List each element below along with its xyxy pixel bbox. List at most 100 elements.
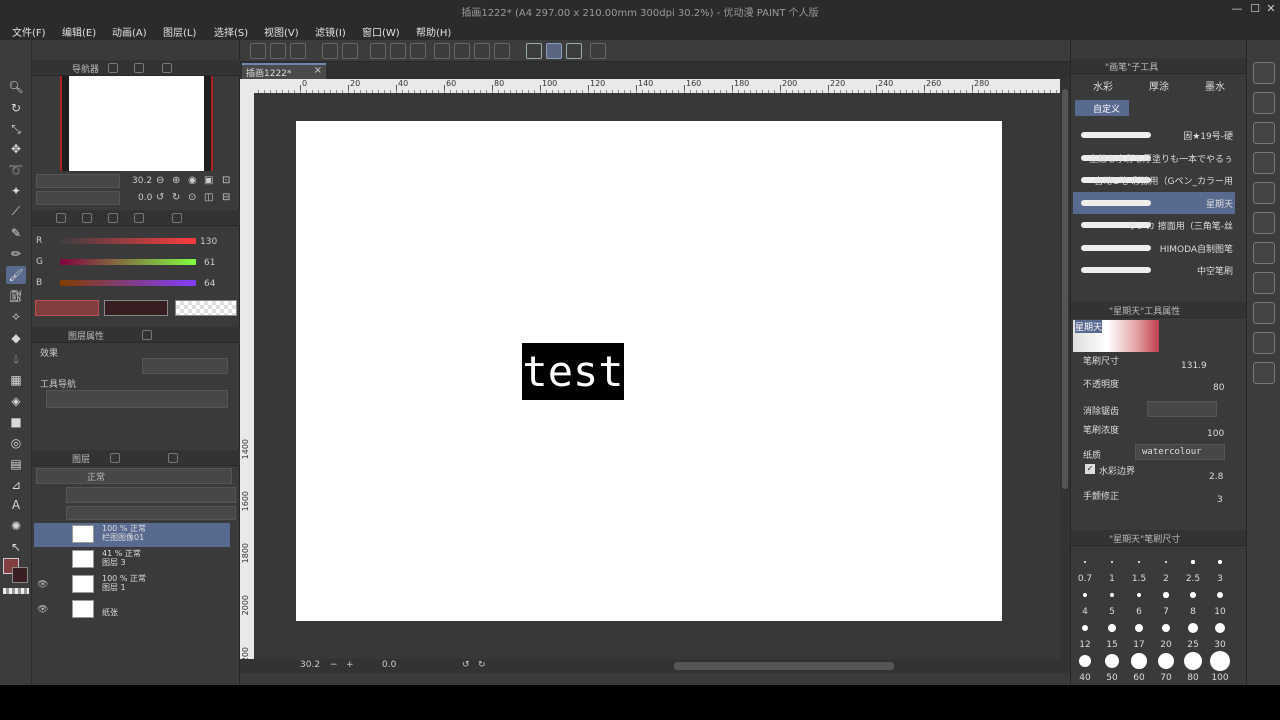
antialias-buttons[interactable] <box>1147 401 1217 417</box>
selection-icon[interactable] <box>494 43 510 59</box>
open-icon[interactable] <box>270 43 286 59</box>
layer-action-bar[interactable] <box>66 506 236 520</box>
auto-action-tab-icon[interactable] <box>110 453 120 463</box>
canvas-paper[interactable] <box>296 121 1002 621</box>
rotate-right-icon[interactable]: ↻ <box>172 192 180 203</box>
eraser-tool-icon[interactable]: ◆ <box>6 329 26 347</box>
layer-command-bar[interactable] <box>66 487 236 503</box>
invert-selection-icon[interactable] <box>454 43 470 59</box>
layer-row[interactable]: 100 % 正常 栏图图像01 <box>34 523 230 547</box>
menu-select[interactable]: 选择(S) <box>214 24 248 39</box>
bucket-tool-icon[interactable]: ◈ <box>6 392 26 410</box>
intermediate-color-tab-icon[interactable] <box>134 213 144 223</box>
main-color-box[interactable] <box>35 300 99 316</box>
brush-size-dot[interactable] <box>1190 592 1196 598</box>
color-wheel-tab-icon[interactable] <box>56 213 66 223</box>
animation-tab-icon[interactable] <box>168 453 178 463</box>
canvas-text[interactable]: test <box>522 343 624 400</box>
brush-size-dot[interactable] <box>1131 653 1147 669</box>
paper-texture-select[interactable]: watercolour <box>1135 444 1225 460</box>
operation-tool-icon[interactable]: ⤡ <box>6 120 26 138</box>
actual-size-icon[interactable]: ▣ <box>204 175 213 186</box>
navigator-icon[interactable] <box>1253 272 1275 294</box>
brush-size-dot[interactable] <box>1214 622 1226 634</box>
zoom-tool-icon[interactable]: 🔍︎ <box>6 78 26 96</box>
pen-tool-icon[interactable]: ✎ <box>6 224 26 242</box>
brush-size-dot[interactable] <box>1164 560 1168 564</box>
b-slider[interactable] <box>60 280 196 286</box>
correct-line-tool-icon[interactable]: ↖ <box>6 538 26 556</box>
brush-size-dot[interactable] <box>1108 624 1116 632</box>
snap-grid-icon[interactable] <box>566 43 582 59</box>
menu-edit[interactable]: 编辑(E) <box>62 24 96 39</box>
blend-mode-select[interactable]: 正常 <box>36 468 232 484</box>
brush-size-dot[interactable] <box>1184 652 1202 670</box>
vertical-scrollbar[interactable] <box>1060 79 1070 659</box>
tab-thick-paint[interactable]: 厚涂 <box>1149 78 1169 96</box>
help-icon[interactable] <box>590 43 606 59</box>
navigator-thumbnail[interactable] <box>69 76 204 171</box>
fit-icon[interactable]: ◉ <box>188 175 197 186</box>
brush-size-dot[interactable] <box>1078 654 1092 668</box>
rotate-left-small-icon[interactable]: ↺ <box>462 660 470 670</box>
stabilize-value[interactable]: 3 <box>1217 495 1223 505</box>
text-tool-icon[interactable]: A <box>6 496 26 514</box>
new-icon[interactable] <box>250 43 266 59</box>
airbrush-tool-icon[interactable]: ⛽︎ <box>6 287 26 305</box>
snap-ruler-icon[interactable] <box>526 43 542 59</box>
menu-file[interactable]: 文件(F) <box>12 24 46 39</box>
flip-horizontal-icon[interactable]: ◫ <box>204 192 213 203</box>
menu-animation[interactable]: 动画(A) <box>112 24 147 39</box>
crop-icon[interactable] <box>474 43 490 59</box>
ruler-tool-icon[interactable]: ⊿ <box>6 476 26 494</box>
transparent-color-box[interactable] <box>175 300 237 316</box>
eye-icon[interactable]: 👁︎ <box>37 605 48 615</box>
brush-size-dot[interactable] <box>1111 561 1113 563</box>
balloon-tool-icon[interactable]: ✺ <box>6 517 26 535</box>
brush-size-dot[interactable] <box>1161 623 1171 633</box>
brush-size-dot[interactable] <box>1157 652 1175 670</box>
lasso-tool-icon[interactable]: ➰ <box>6 161 26 179</box>
opacity-value[interactable]: 80 <box>1213 383 1224 393</box>
undo-icon[interactable] <box>322 43 338 59</box>
document-tab-close[interactable]: × <box>314 65 322 76</box>
blend-tool-icon[interactable]: 💧︎ <box>6 350 26 368</box>
rotate-right-small-icon[interactable]: ↻ <box>478 660 486 670</box>
navigator-zoom-slider[interactable] <box>36 174 120 188</box>
brush-size-dot[interactable] <box>1136 592 1142 598</box>
layer-search-tab-icon[interactable] <box>142 330 152 340</box>
brush-size-dot[interactable] <box>1084 561 1086 563</box>
frame-tool-icon[interactable]: ▤ <box>6 455 26 473</box>
magic-wand-tool-icon[interactable]: ✦ <box>6 182 26 200</box>
group-custom[interactable]: 自定义 <box>1075 100 1129 116</box>
eyedropper-tool-icon[interactable]: ⟋ <box>6 202 26 220</box>
brush-size-dot[interactable] <box>1081 624 1089 632</box>
figure-tool-icon[interactable]: ◎ <box>6 434 26 452</box>
menu-view[interactable]: 视图(V) <box>264 24 299 39</box>
layer-row[interactable]: 👁︎ 纸张 <box>34 598 230 622</box>
menu-window[interactable]: 窗口(W) <box>362 24 400 39</box>
size-value[interactable]: 131.9 <box>1181 361 1207 371</box>
color-slider-tab-icon[interactable] <box>82 213 92 223</box>
zoom-out-icon[interactable]: ⊖ <box>156 175 164 186</box>
info-tab-icon[interactable] <box>162 63 172 73</box>
layer-row[interactable]: 41 % 正常 图层 3 <box>34 548 230 572</box>
zoom-in-small-icon[interactable]: + <box>346 660 354 670</box>
auto-action-icon[interactable] <box>1253 362 1275 384</box>
brush-item[interactable]: 自动G笔-彩擦用（Gペン_カラー用 <box>1073 169 1235 191</box>
close-button[interactable]: ✕ <box>1264 2 1278 16</box>
brush-size-dot[interactable] <box>1083 593 1087 597</box>
wc-edge-value[interactable]: 2.8 <box>1209 472 1223 482</box>
navigator-rotate-slider[interactable] <box>36 191 120 205</box>
zoom-out-small-icon[interactable]: − <box>330 660 338 670</box>
brush-item[interactable]: 星期天 <box>1073 191 1235 214</box>
maximize-button[interactable]: ☐ <box>1248 2 1262 16</box>
rotate-left-icon[interactable]: ↺ <box>156 192 164 203</box>
move-layer-tool-icon[interactable]: ✥ <box>6 140 26 158</box>
brush-size-dot[interactable] <box>1137 560 1141 564</box>
effect-buttons[interactable] <box>142 358 228 374</box>
horizontal-scroll-thumb[interactable] <box>674 662 894 670</box>
navigator-tab-icon[interactable] <box>108 63 118 73</box>
vertical-scroll-thumb[interactable] <box>1062 89 1068 489</box>
brush-size-dot[interactable] <box>1109 592 1115 598</box>
